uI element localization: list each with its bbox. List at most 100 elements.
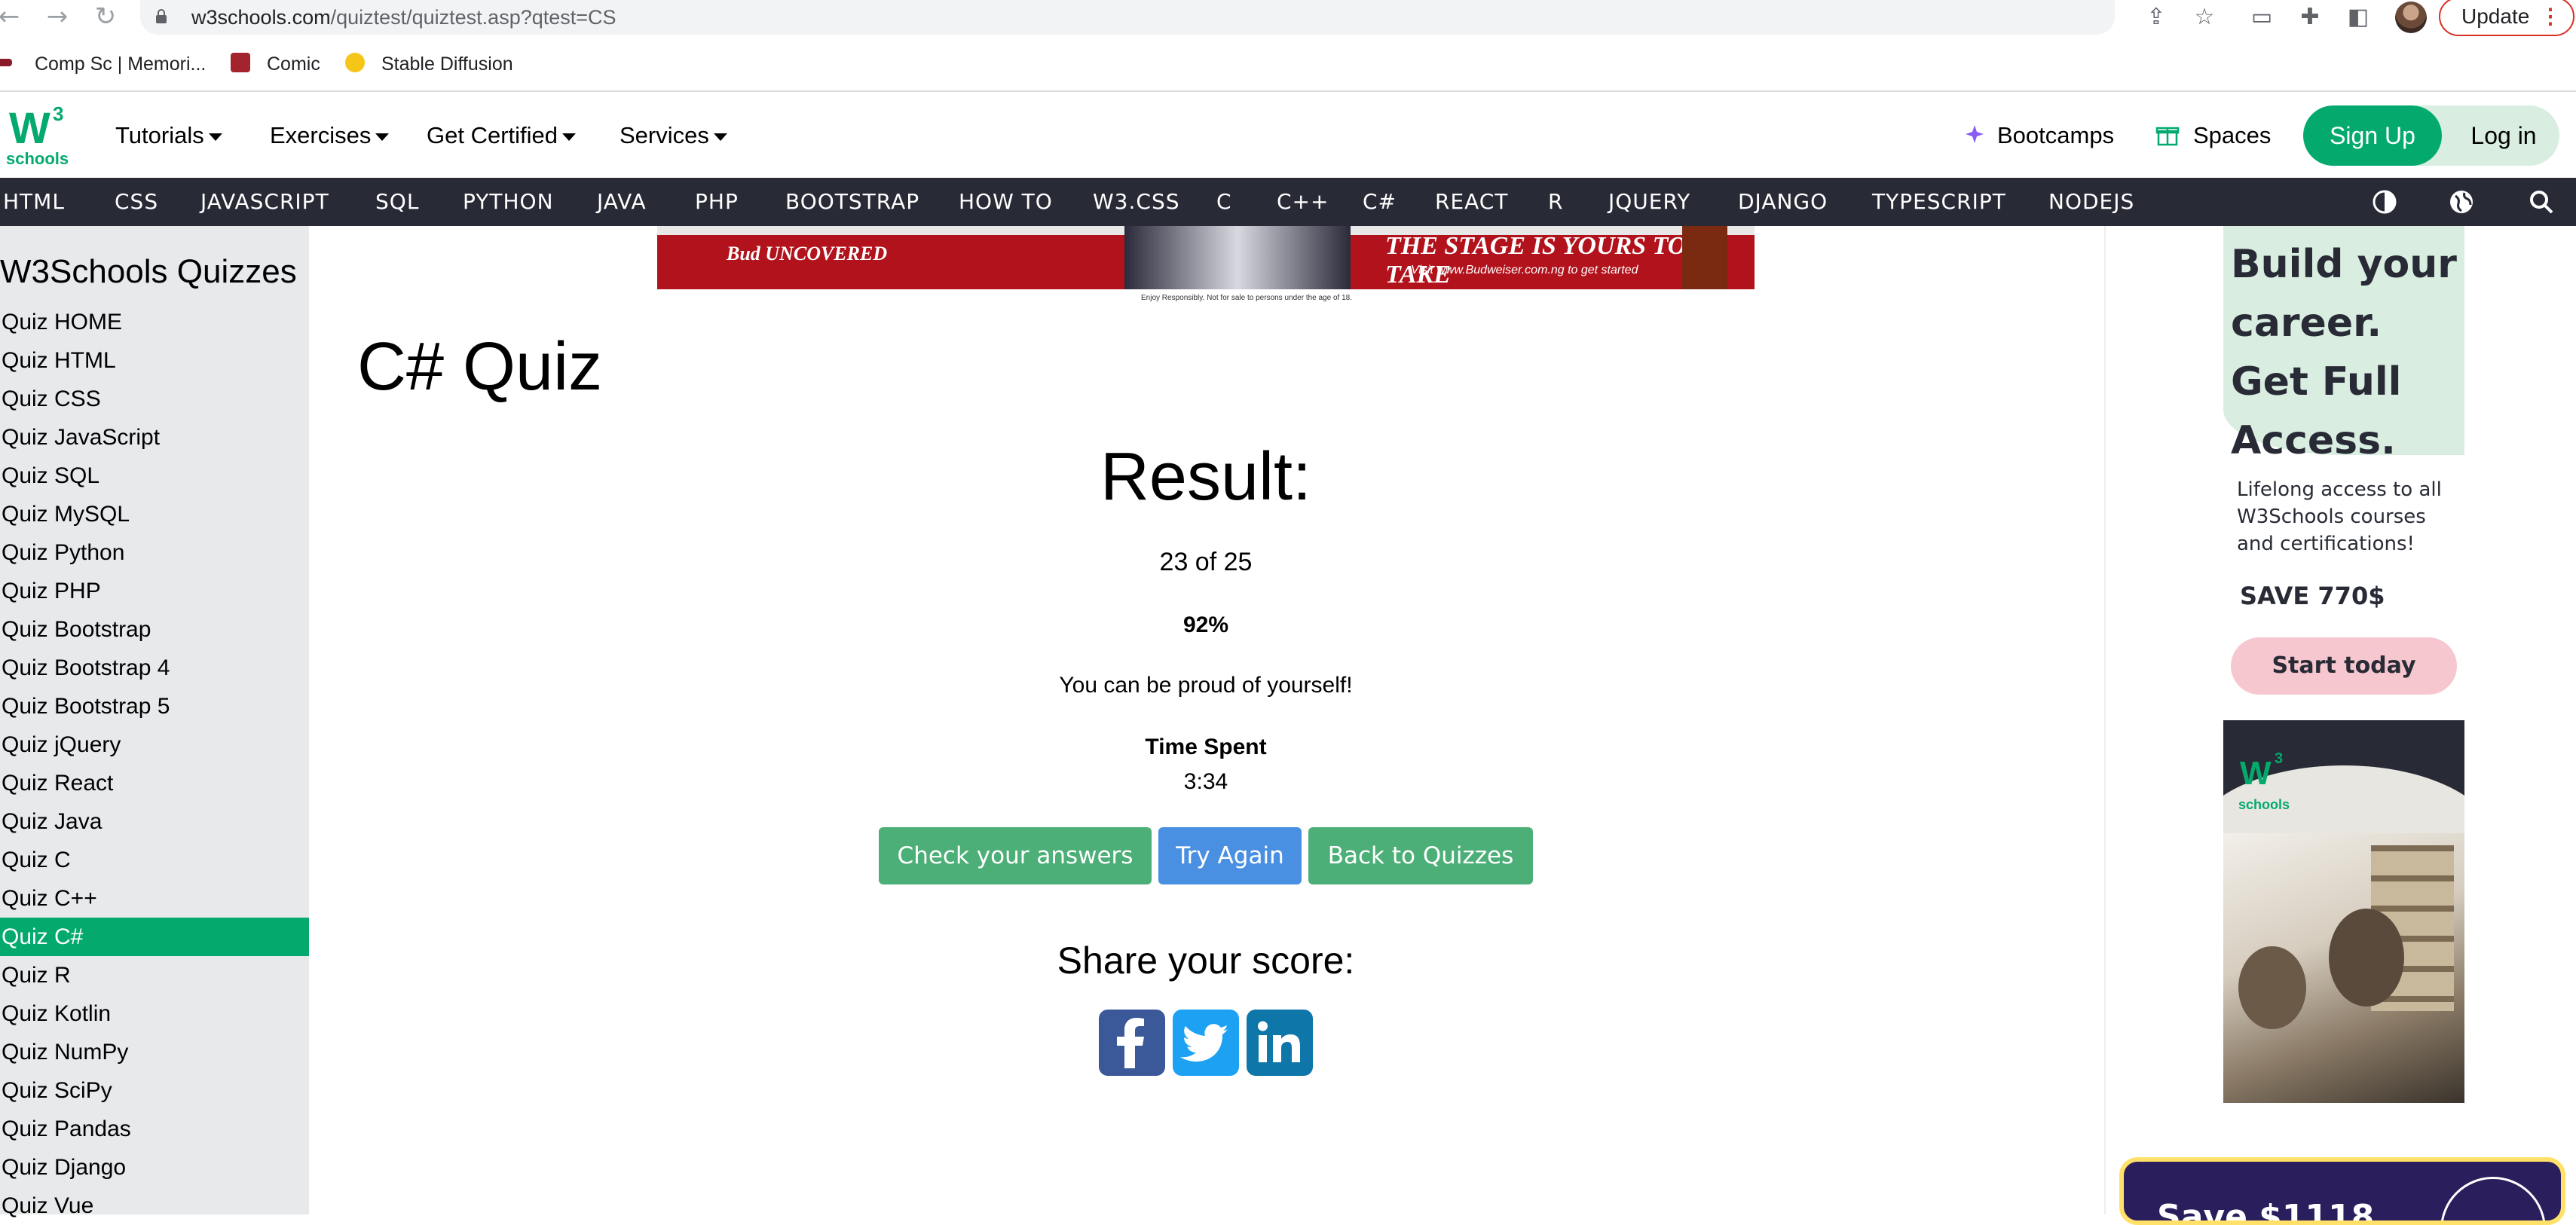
banner-bottle	[1682, 226, 1727, 289]
bookmark-item[interactable]: Comp Sc | Memori...	[35, 51, 206, 77]
update-button[interactable]: Update ⋮	[2439, 0, 2574, 36]
bookmark-item[interactable]: Comic	[267, 51, 320, 77]
ad-image-card[interactable]: W 3 schools	[2223, 720, 2464, 1103]
sidebar-item-quiz-jquery[interactable]: Quiz jQuery	[0, 726, 309, 764]
subnav-item[interactable]: JQUERY	[1608, 178, 1690, 226]
subnav-item[interactable]: C++	[1277, 178, 1329, 226]
subnav-item[interactable]: R	[1548, 178, 1563, 226]
logo-letter: W	[9, 104, 50, 153]
back-arrow-icon[interactable]: ←	[0, 3, 23, 30]
sidebar-item-quiz-bootstrap-4[interactable]: Quiz Bootstrap 4	[0, 649, 309, 687]
login-button[interactable]: Log in	[2458, 105, 2549, 166]
extensions-icon[interactable]: ✚	[2296, 3, 2324, 32]
bookmark-item[interactable]: Stable Diffusion	[381, 51, 513, 77]
sidebar-item-quiz-scipy[interactable]: Quiz SciPy	[0, 1071, 309, 1110]
start-today-button[interactable]: Start today	[2231, 637, 2457, 695]
tutorials-menu[interactable]: Tutorials	[115, 119, 222, 152]
sidebar-item-quiz-react[interactable]: Quiz React	[0, 764, 309, 802]
subnav-item[interactable]: DJANGO	[1738, 178, 1828, 226]
browser-chrome: ← → ↻ w3schools.com/quiztest/quiztest.as…	[0, 0, 2576, 92]
sidebar-item-quiz-java[interactable]: Quiz Java	[0, 802, 309, 841]
share-icon[interactable]: ⇪	[2142, 3, 2171, 32]
try-again-button[interactable]: Try Again	[1158, 827, 1302, 884]
profile-avatar[interactable]	[2395, 2, 2427, 33]
sidebar-item-quiz-vue[interactable]: Quiz Vue	[0, 1187, 309, 1225]
subnav-item[interactable]: C	[1216, 178, 1232, 226]
sidebar-item-quiz-cpp[interactable]: Quiz C++	[0, 879, 309, 918]
forward-arrow-icon[interactable]: →	[44, 3, 71, 30]
facebook-icon[interactable]	[1099, 1010, 1165, 1076]
sparkle-icon	[1966, 125, 1984, 143]
subnav-item[interactable]: JAVASCRIPT	[200, 178, 329, 226]
subnav-item[interactable]: NODEJS	[2048, 178, 2134, 226]
subnav-item[interactable]: HTML	[3, 178, 65, 226]
subnav-item[interactable]: PYTHON	[463, 178, 554, 226]
check-answers-button[interactable]: Check your answers	[879, 827, 1152, 884]
sidebar-item-quiz-c[interactable]: Quiz C	[0, 841, 309, 879]
subnav-item[interactable]: PHP	[695, 178, 739, 226]
sidebar-item-quiz-kotlin[interactable]: Quiz Kotlin	[0, 994, 309, 1033]
result-message: You can be proud of yourself!	[1059, 673, 1353, 698]
subnav-item[interactable]: REACT	[1435, 178, 1508, 226]
caret-down-icon	[208, 133, 222, 141]
gift-icon	[2155, 127, 2180, 146]
hugging-face-icon	[345, 53, 365, 72]
get-certified-menu[interactable]: Get Certified	[427, 119, 577, 152]
language-nav: HTML CSS JAVASCRIPT SQL PYTHON JAVA PHP …	[0, 178, 2576, 226]
exercises-menu[interactable]: Exercises	[270, 119, 390, 152]
spaces-link[interactable]: Spaces	[2193, 119, 2271, 152]
sidebar-item-quiz-csharp[interactable]: Quiz C#	[0, 918, 309, 956]
ad-logo-sup: 3	[2275, 750, 2284, 767]
subnav-item[interactable]: SQL	[375, 178, 419, 226]
sidebar-item-quiz-javascript[interactable]: Quiz JavaScript	[0, 418, 309, 457]
sidebar-item-quiz-mysql[interactable]: Quiz MySQL	[0, 495, 309, 533]
result-heading: Result:	[1100, 439, 1312, 515]
ad-banner[interactable]: Bud UNCOVERED THE STAGE IS YOURS TO TAKE…	[657, 226, 1755, 289]
sidebar-item-quiz-home[interactable]: Quiz HOME	[0, 303, 309, 341]
subnav-item[interactable]: TYPESCRIPT	[1872, 178, 2006, 226]
bookmark-favicon-icon	[0, 59, 12, 66]
share-heading: Share your score:	[1057, 939, 1355, 982]
sidebar-item-quiz-pandas[interactable]: Quiz Pandas	[0, 1110, 309, 1148]
sidebar-item-quiz-css[interactable]: Quiz CSS	[0, 380, 309, 418]
url-text[interactable]: w3schools.com/quiztest/quiztest.asp?qtes…	[191, 2, 616, 32]
sidebar-item-quiz-bootstrap-5[interactable]: Quiz Bootstrap 5	[0, 687, 309, 726]
services-menu[interactable]: Services	[620, 119, 727, 152]
twitter-icon[interactable]	[1173, 1010, 1239, 1076]
column-divider	[2104, 226, 2106, 1214]
sidebar-item-quiz-numpy[interactable]: Quiz NumPy	[0, 1033, 309, 1071]
subnav-item[interactable]: CSS	[115, 178, 158, 226]
promo-banner[interactable]: Save $1118	[2119, 1157, 2565, 1225]
contrast-toggle-icon[interactable]	[2371, 188, 2398, 215]
sidebar-item-quiz-html[interactable]: Quiz HTML	[0, 341, 309, 380]
globe-icon[interactable]	[2448, 188, 2475, 215]
cast-icon[interactable]: ▭	[2247, 3, 2276, 32]
ad-person	[2238, 946, 2306, 1029]
sidebar-title: W3Schools Quizzes	[0, 253, 297, 290]
search-icon[interactable]	[2528, 188, 2555, 215]
sidepanel-icon[interactable]: ◧	[2344, 3, 2373, 32]
w3schools-logo[interactable]: W 3 schools	[5, 102, 69, 170]
reload-icon[interactable]: ↻	[92, 3, 119, 30]
bootcamps-link[interactable]: Bootcamps	[1997, 119, 2114, 152]
ad-logo-letter: W	[2240, 755, 2272, 792]
sidebar-item-quiz-python[interactable]: Quiz Python	[0, 533, 309, 572]
exercises-label: Exercises	[270, 122, 372, 148]
bookmark-star-icon[interactable]: ☆	[2190, 3, 2219, 32]
sidebar-item-quiz-php[interactable]: Quiz PHP	[0, 572, 309, 610]
url-domain: w3schools.com	[191, 6, 331, 29]
sidebar-item-quiz-r[interactable]: Quiz R	[0, 956, 309, 994]
comic-favicon-icon	[231, 53, 250, 72]
signup-button[interactable]: Sign Up	[2303, 105, 2442, 166]
subnav-item[interactable]: JAVA	[597, 178, 647, 226]
subnav-item[interactable]: HOW TO	[959, 178, 1053, 226]
sidebar-item-quiz-sql[interactable]: Quiz SQL	[0, 457, 309, 495]
sidebar-item-quiz-django[interactable]: Quiz Django	[0, 1148, 309, 1187]
back-to-quizzes-button[interactable]: Back to Quizzes	[1308, 827, 1533, 884]
subnav-item[interactable]: C#	[1363, 178, 1397, 226]
linkedin-icon[interactable]	[1247, 1010, 1313, 1076]
subnav-item[interactable]: W3.CSS	[1093, 178, 1180, 226]
subnav-item[interactable]: BOOTSTRAP	[785, 178, 919, 226]
ad-person	[2329, 909, 2404, 1007]
sidebar-item-quiz-bootstrap[interactable]: Quiz Bootstrap	[0, 610, 309, 649]
